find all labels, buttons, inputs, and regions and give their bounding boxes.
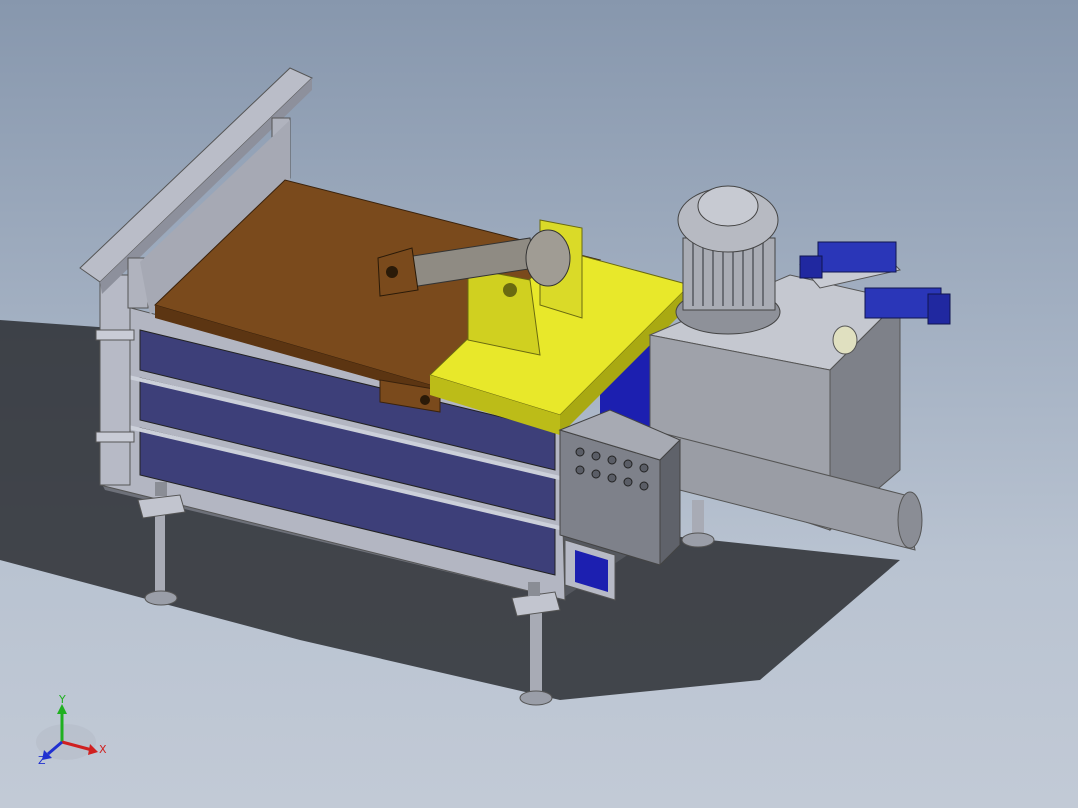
motor-cap-top	[697, 185, 759, 227]
left-hinge-2	[95, 431, 135, 443]
valve-1-coil-left	[799, 255, 823, 279]
triad-svg: Y X Z	[36, 693, 107, 767]
yellow-bracket-front	[467, 267, 541, 356]
y-axis-label: Y	[58, 693, 66, 706]
yellow-bracket-hole	[503, 283, 517, 297]
baler-machine-model[interactable]	[0, 0, 1078, 808]
foot-back-right	[681, 532, 715, 548]
valve-1	[817, 241, 897, 273]
leg-back-right	[692, 500, 704, 538]
cylinder-head	[525, 229, 571, 287]
wood-tab-hole	[420, 395, 430, 405]
left-hinge-1	[95, 329, 135, 341]
bolt-right	[528, 582, 540, 596]
leg-front-right	[530, 610, 542, 695]
clevis-hole	[386, 266, 398, 278]
foot-front-right	[519, 690, 553, 706]
main-cylinder-end	[897, 491, 923, 549]
z-axis-label: Z	[38, 754, 46, 767]
valve-2-coil-right	[927, 293, 951, 325]
foot-front-left	[144, 590, 178, 606]
axis-triad: Y X Z	[0, 680, 130, 808]
x-axis-label: X	[99, 743, 107, 756]
cad-viewport[interactable]: Y X Z	[0, 0, 1078, 808]
leg-front-left	[155, 515, 165, 595]
left-post	[99, 274, 131, 486]
control-box-side	[659, 438, 681, 567]
gauge	[832, 325, 858, 355]
bolt-left	[155, 482, 167, 496]
